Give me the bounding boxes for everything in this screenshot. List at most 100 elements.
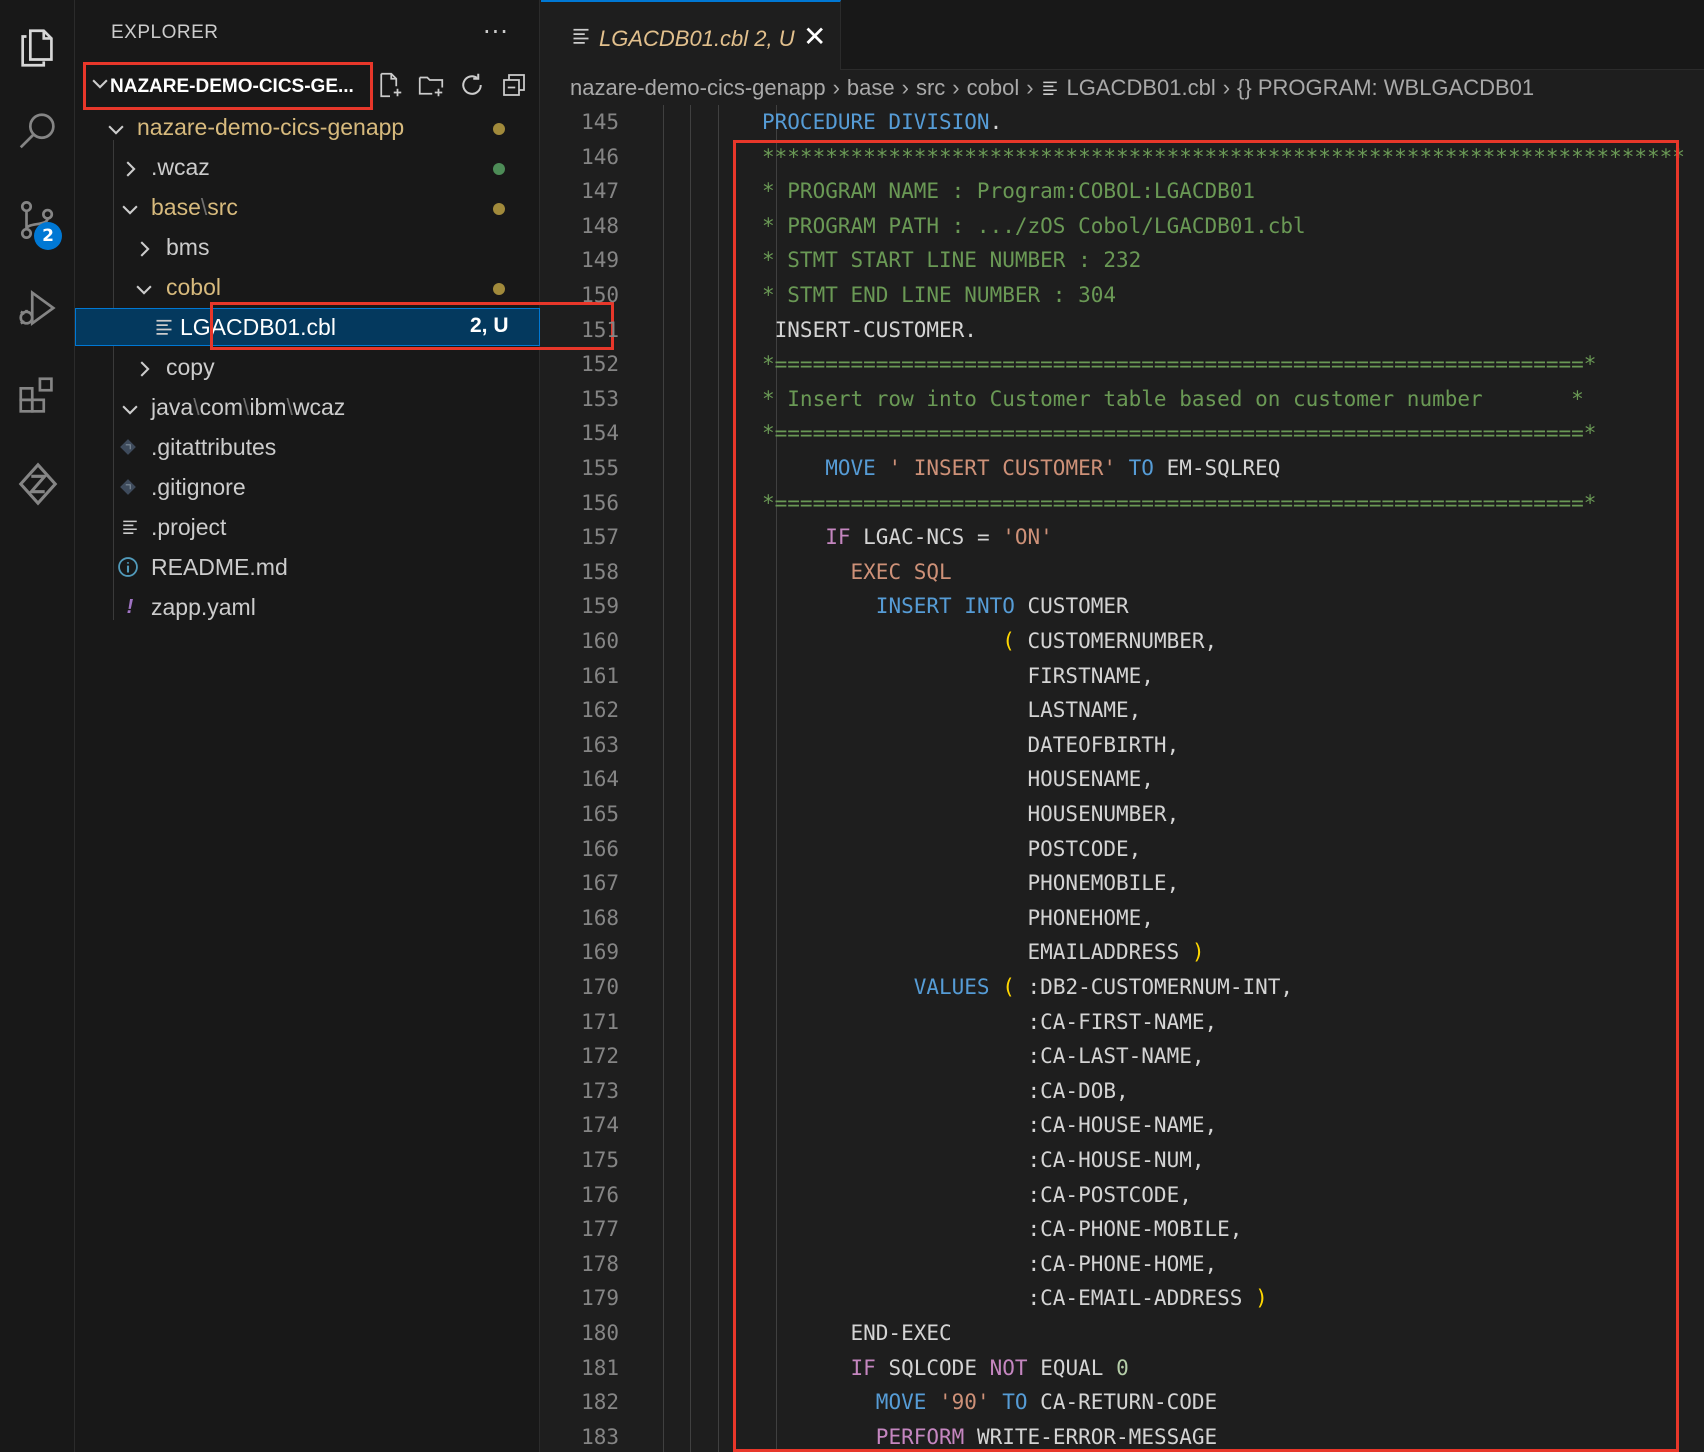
breadcrumb-item[interactable]: src [916,75,945,101]
chevron-down-icon [136,285,152,295]
tree-item-project[interactable]: .project [75,508,540,548]
z-open-editor-icon[interactable] [0,444,75,524]
git-diamond-icon [120,479,136,495]
info-icon [118,557,138,577]
tree-item-label: java\com\ibm\wcaz [151,394,346,420]
chevron-right-icon: › [1026,75,1034,101]
line-number: 152 [581,352,619,377]
tree-item-readme[interactable]: README.md [75,548,540,588]
line-number: 171 [581,1009,619,1034]
yaml-exclamation-icon: ! [126,596,134,618]
line-number: 182 [581,1390,619,1415]
line-number: 168 [581,905,619,930]
tree-item-copy[interactable]: copy [75,348,540,388]
git-untracked-dot [493,163,505,175]
chevron-right-icon [140,241,150,257]
line-number: 162 [581,698,619,723]
line-number: 177 [581,1217,619,1242]
code-text: PROCEDURE DIVISION. [762,110,1002,134]
tab-label: LGACDB01.cbl 2, U [599,26,795,51]
line-number: 180 [581,1321,619,1345]
code-line[interactable]: 145 PROCEDURE DIVISION. [541,105,1704,139]
new-file-icon[interactable] [375,70,407,102]
chevron-down-icon [122,205,138,215]
chevron-right-icon: › [832,75,840,101]
tree-item-label: .gitignore [151,474,246,500]
line-number: 161 [581,663,619,688]
explorer-icon[interactable] [0,8,75,88]
refresh-icon[interactable] [457,70,489,102]
line-number: 157 [581,525,619,550]
chevron-down-icon [122,405,138,415]
more-actions-icon[interactable]: ··· [483,18,509,46]
breadcrumb-item[interactable]: LGACDB01.cbl [1067,75,1216,101]
file-lines-icon [1042,81,1057,96]
run-debug-icon[interactable] [0,268,75,348]
code-token: . [989,110,1003,134]
breadcrumb: nazare-demo-cics-genapp › base › src › cobol › L… [570,74,1534,104]
tree-item-base-src[interactable]: base\src [75,188,540,228]
tree-item-label: .project [151,514,227,540]
new-folder-icon[interactable] [416,70,448,102]
tree-item-java-com-ibm-wcaz[interactable]: java\com\ibm\wcaz [75,388,540,428]
line-number: 172 [581,1044,619,1069]
close-icon[interactable]: ✕ [803,20,826,53]
search-icon[interactable] [0,92,75,172]
tree-item-label: README.md [151,554,288,580]
line-number: 170 [581,975,619,999]
tree-item-label: copy [166,354,215,380]
workspace-root-label: NAZARE-DEMO-CICS-GE... [110,76,354,97]
line-number: 158 [581,559,619,584]
chevron-right-icon [126,161,136,177]
line-number: 166 [581,836,619,861]
chevron-down-icon [92,79,108,89]
line-number: 149 [581,248,619,273]
tree-item-gitattributes[interactable]: .gitattributes [75,428,540,468]
tree-item-label: zapp.yaml [151,594,256,620]
editor-tab-bar: LGACDB01.cbl 2, U ✕ [541,0,1704,70]
breadcrumb-item[interactable]: cobol [967,75,1020,101]
line-number: 173 [581,1078,619,1103]
tab-lgacdb01-cbl[interactable]: LGACDB01.cbl 2, U ✕ [541,0,841,70]
git-modified-dot [493,123,505,135]
line-number: 147 [581,179,619,204]
line-number: 178 [581,1251,619,1276]
tree-item-bms[interactable]: bms [75,228,540,268]
line-number: 159 [581,594,619,619]
line-number: 176 [581,1182,619,1207]
line-number: 155 [581,456,619,480]
tree-item-label: base\src [151,194,238,220]
tree-item-label: .wcaz [151,154,210,180]
chevron-right-icon: › [1222,75,1231,101]
breadcrumb-item[interactable]: {} PROGRAM: WBLGACDB01 [1237,75,1534,101]
activity-bar: 2 [0,0,75,1452]
chevron-right-icon [140,361,150,377]
line-number: 151 [581,317,619,342]
line-number: 148 [581,213,619,238]
line-number: 163 [581,732,619,757]
tree-item-gitignore[interactable]: .gitignore [75,468,540,508]
line-number: 164 [581,767,619,792]
breadcrumb-item[interactable]: nazare-demo-cics-genapp [570,75,826,101]
line-number: 165 [581,802,619,826]
explorer-title: EXPLORER [111,22,219,43]
source-control-icon[interactable]: 2 [0,180,75,260]
breadcrumb-item[interactable]: base [847,75,895,101]
collapse-all-icon[interactable] [499,70,531,102]
line-number: 160 [581,629,619,653]
line-number: 153 [581,386,619,411]
extensions-icon[interactable] [0,356,75,436]
line-number: 167 [581,871,619,896]
line-number: 181 [581,1355,619,1380]
tree-item-wcaz[interactable]: .wcaz [75,148,540,188]
tree-item-label: .gitattributes [151,434,277,460]
code-token: PROCEDURE DIVISION [762,110,990,134]
tree-item-zapp-yaml[interactable]: ! zapp.yaml [75,588,540,628]
tree-item-label: cobol [166,274,221,300]
line-number: 156 [581,490,619,515]
workspace-root-row[interactable]: NAZARE-DEMO-CICS-GE... [79,62,534,110]
line-number: 145 [581,110,619,134]
tree-item-nazare-demo-cics-genapp[interactable]: nazare-demo-cics-genapp [75,108,540,148]
code-highlight-box [733,140,1679,1452]
chevron-right-icon: › [901,75,909,101]
